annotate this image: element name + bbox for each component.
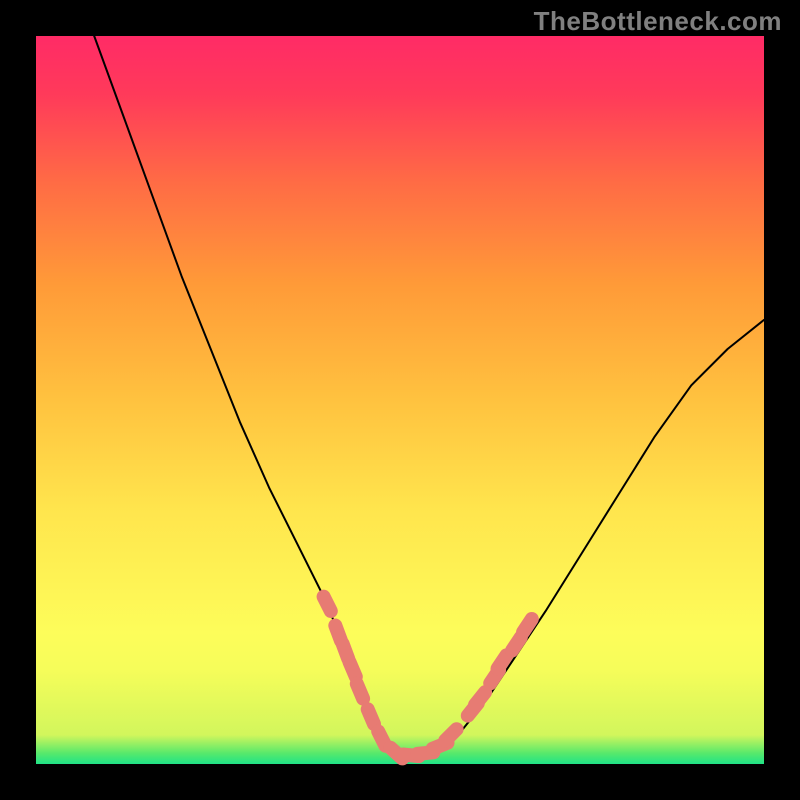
curve-markers xyxy=(324,597,532,759)
curve-marker xyxy=(512,637,521,650)
curve-marker xyxy=(368,709,374,724)
attribution-watermark: TheBottleneck.com xyxy=(534,6,782,37)
curve-marker xyxy=(523,619,532,632)
curve-marker xyxy=(357,684,363,699)
plot-area xyxy=(36,36,764,764)
curve-marker xyxy=(324,597,331,611)
curve-marker xyxy=(378,731,385,745)
curve-marker xyxy=(445,729,456,740)
curve-svg xyxy=(36,36,764,764)
curve-marker xyxy=(498,655,507,668)
curve-marker xyxy=(350,662,356,677)
curve-marker xyxy=(475,692,485,705)
bottleneck-curve xyxy=(94,36,764,757)
chart-frame: TheBottleneck.com xyxy=(0,0,800,800)
